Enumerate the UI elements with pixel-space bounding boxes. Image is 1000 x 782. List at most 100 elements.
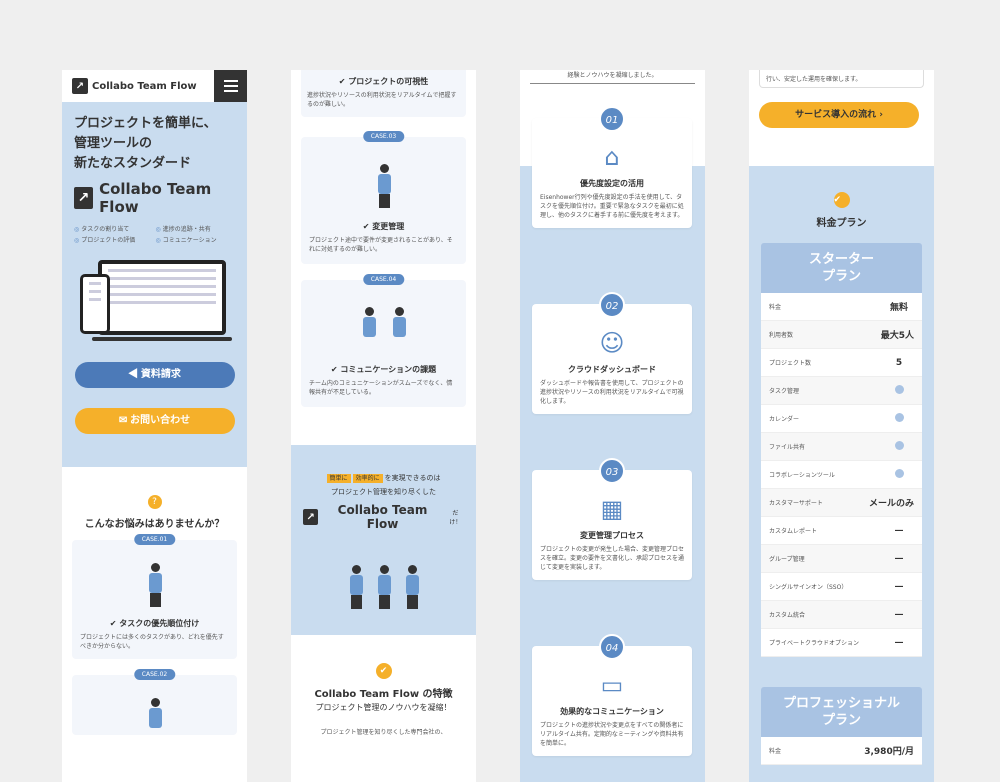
solution-step-card: 04 ▭ 効果的なコミュニケーション プロジェクトの進捗状況や変更点をすべての関… (532, 634, 692, 756)
mobile-view-4: 行い、安定した運用を確保します。 サービス導入の流れ › ✔ 料金プラン スター… (749, 70, 934, 782)
row-label: 料金 (769, 304, 782, 311)
check-circle-icon (894, 384, 904, 394)
case-tag: CASE.03 (362, 131, 405, 142)
site-header: ↗ Collabo Team Flow (62, 70, 247, 102)
contact-label: お問い合わせ (130, 415, 191, 426)
step-text: プロジェクトの変更が発生した場合、変更管理プロセスを確立。変更の要件を文書化し、… (540, 546, 685, 571)
plan-row: タスク管理 (761, 377, 922, 405)
row-value: — (894, 581, 904, 592)
brand-suffix: だけ！ (449, 510, 462, 526)
case-tag: CASE.02 (133, 669, 176, 680)
row-label: プライベートクラウドオプション (769, 640, 860, 647)
plan-name: プラン (821, 269, 861, 284)
plan-row: 利用者数 最大5人 (761, 321, 922, 349)
chart-logo-icon: ↗ (72, 78, 88, 94)
plan-row: シングルサインオン（SSO） — (761, 573, 922, 601)
case-card: CASE.04 ✔ コミュニケーションの課題 チーム内のコミュニケーションがスム… (301, 274, 466, 407)
person-illustration (309, 155, 458, 217)
request-docs-label: 資料請求 (140, 369, 181, 380)
pricing-section: ✔ 料金プラン スターター プラン 料金 無料 利用者数 最大5人 プロジェクト数 5 タス… (749, 166, 934, 782)
row-label: カスタム統合 (769, 612, 806, 619)
row-label: カレンダー (769, 416, 800, 423)
device-mockup-image (79, 254, 232, 344)
brand-name: Collabo Team Flow (337, 503, 428, 531)
row-label: 利用者数 (769, 332, 794, 339)
plan-name: プラン (821, 713, 861, 728)
step-title: 変更管理プロセス (580, 531, 644, 540)
step-number: 03 (599, 458, 625, 484)
feature-item: 進捗の追跡・共有 (156, 224, 236, 233)
plan-row: プロジェクト数 5 (761, 349, 922, 377)
row-value: — (894, 553, 904, 564)
features-section: ✔ Collabo Team Flow の特徴 プロジェクト管理のノウハウを凝縮… (291, 635, 476, 736)
request-docs-button[interactable]: ◀ 資料請求 (74, 362, 235, 388)
hero-brand-name: Collabo Team Flow (99, 180, 212, 216)
row-label: シングルサインオン（SSO） (769, 584, 848, 591)
step-title: 効果的なコミュニケーション (560, 707, 664, 716)
question-icon: ? (147, 495, 162, 509)
row-label: カスタムレポート (769, 528, 818, 535)
plan-row: カスタマーサポート メールのみ (761, 489, 922, 517)
features-title: Collabo Team Flow の特徴 (314, 689, 453, 700)
problems-section: ? こんなお悩みはありませんか？ CASE.01 ✔ タスクの優先順位付け プロ… (62, 467, 247, 735)
row-value: メールのみ (868, 499, 914, 509)
problems-title: こんなお悩みはありませんか？ (84, 519, 225, 530)
solution-step-card: 02 ☺ クラウドダッシュボード ダッシュボードや報告書を使用して、プロジェクト… (532, 292, 692, 414)
case-card: CASE.03 ✔ 変更管理 プロジェクト途中で要件が変更されることがあり、それ… (301, 131, 466, 264)
feature-item: コミュニケーション (156, 235, 236, 244)
row-label: ファイル共有 (769, 444, 806, 451)
pro-plan-table: 料金 3,980円/月 (761, 737, 922, 765)
check-circle-icon (894, 468, 904, 478)
row-value: 無料 (889, 303, 908, 313)
step-title: 優先度設定の活用 (580, 179, 644, 188)
row-value: — (894, 609, 904, 620)
hamburger-menu-icon[interactable] (214, 70, 247, 102)
step-text: ダッシュボードや報告書を使用して、プロジェクトの進捗状況やリソースの利用状況をリ… (540, 380, 684, 405)
service-flow-button[interactable]: サービス導入の流れ › (759, 102, 919, 128)
plan-row: 料金 3,980円/月 (761, 737, 922, 765)
step-title: クラウドダッシュボード (568, 365, 656, 374)
step-number: 02 (599, 292, 625, 318)
hero-title: プロジェクトを簡単に、 管理ツールの 新たなスタンダード (74, 114, 235, 174)
row-label: 料金 (769, 748, 782, 755)
row-label: コラボレーションツール (769, 472, 835, 479)
flow-note: 行い、安定した運用を確保します。 (759, 70, 924, 88)
step-text: Eisenhower行列や優先度設定の手法を使用して、タスクを優先順位付け。重要… (540, 194, 684, 219)
flow-section: 行い、安定した運用を確保します。 サービス導入の流れ › (749, 70, 934, 166)
check-circle-icon (894, 440, 904, 450)
plan-row: プライベートクラウドオプション — (761, 629, 922, 657)
solution-banner: 簡単に 効率的に を実現できるのは プロジェクト管理を知り尽くした ↗ Collabo… (291, 445, 476, 635)
person-illustration (80, 556, 229, 614)
solution-step-card: 03 ▦ 変更管理プロセス プロジェクトの変更が発生した場合、変更管理プロセスを… (532, 458, 692, 580)
solution-line-1: を実現できるのは (384, 474, 441, 482)
step-number: 04 (599, 634, 625, 660)
people-icon: ☺ (599, 329, 625, 357)
person-illustration (80, 691, 229, 749)
plan-row: グループ管理 — (761, 545, 922, 573)
pro-plan-header: プロフェッショナル プラン (761, 687, 922, 737)
team-illustration (303, 539, 464, 609)
feature-item: プロジェクトの評価 (74, 235, 154, 244)
intro-text: 経験とノウハウを凝縮しました。 (530, 70, 695, 84)
chart-logo-icon: ↗ (303, 509, 319, 525)
feature-list: タスクの割り当て 進捗の追跡・共有 プロジェクトの評価 コミュニケーション (74, 224, 235, 244)
check-icon: ✔ (375, 663, 392, 679)
mobile-view-2: ✔ プロジェクトの可視性 進捗状況やリソースの利用状況をリアルタイムで把握するの… (291, 70, 476, 782)
plan-name: スターター (808, 252, 874, 267)
highlight-tag: 効率的に (352, 474, 383, 483)
case-title: ✔ プロジェクトの可視性 (338, 77, 429, 86)
case-tag: CASE.04 (362, 274, 405, 285)
hero-line-2: 管理ツールの (74, 136, 153, 151)
brand-name: Collabo Team Flow (92, 80, 197, 92)
case-title: ✔ タスクの優先順位付け (109, 619, 200, 628)
starter-plan-header: スターター プラン (761, 243, 922, 293)
row-value (884, 384, 914, 397)
brand-logo[interactable]: ↗ Collabo Team Flow (72, 78, 197, 94)
feature-item: タスクの割り当て (74, 224, 154, 233)
features-text: プロジェクト管理を知り尽くした専門会社の、 (320, 729, 447, 736)
case-text: 進捗状況やリソースの利用状況をリアルタイムで把握するのが難しい。 (307, 92, 457, 108)
hero-line-1: プロジェクトを簡単に、 (74, 116, 217, 131)
row-value (884, 412, 914, 425)
contact-button[interactable]: ✉ お問い合わせ (74, 408, 235, 434)
case-card: ✔ プロジェクトの可視性 進捗状況やリソースの利用状況をリアルタイムで把握するの… (301, 70, 466, 117)
